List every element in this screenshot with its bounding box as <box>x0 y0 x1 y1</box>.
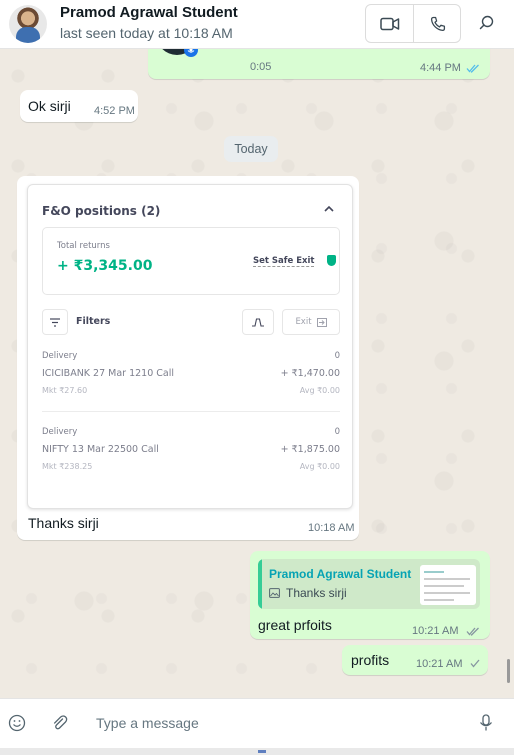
outgoing-message[interactable]: profits 10:21 AM <box>342 645 488 675</box>
position-type: Delivery <box>42 351 78 361</box>
message-text: profits <box>351 652 390 668</box>
double-check-icon <box>466 627 479 636</box>
position-name: NIFTY 13 Mar 22500 Call <box>42 444 159 455</box>
chat-messages[interactable]: 0:05 4:44 PM Ok sirji 4:52 PM Today F&O … <box>0 49 514 698</box>
video-call-icon <box>379 17 399 30</box>
total-returns-value: + ₹3,345.00 <box>57 258 153 274</box>
compose-bar <box>0 698 514 748</box>
phone-icon <box>430 16 445 31</box>
microphone-icon <box>480 714 492 731</box>
position-type: Delivery <box>42 427 78 437</box>
quoted-image-thumbnail <box>420 565 476 605</box>
image-icon <box>269 588 280 598</box>
message-time: 10:21 AM <box>412 625 459 637</box>
total-returns-box: Total returns + ₹3,345.00 Set Safe Exit <box>42 227 340 295</box>
position-qty: 0 <box>334 427 340 437</box>
quoted-sender: Pramod Agrawal Student <box>269 567 412 581</box>
message-text: great prfoits <box>258 617 332 633</box>
call-button-group <box>365 4 461 43</box>
voice-record-button[interactable] <box>474 711 498 735</box>
last-seen-status: last seen today at 10:18 AM <box>60 25 233 41</box>
contact-name[interactable]: Pramod Agrawal Student <box>60 4 238 21</box>
message-time: 4:44 PM <box>420 62 461 74</box>
position-mkt: Mkt ₹27.60 <box>42 386 88 395</box>
video-call-button[interactable] <box>366 5 413 42</box>
image-attachment[interactable]: F&O positions (2) Total returns + ₹3,345… <box>27 184 353 509</box>
exit-button-image: Exit <box>282 309 340 335</box>
emoji-icon <box>8 714 26 732</box>
paperclip-icon <box>53 715 68 730</box>
quote-accent-bar <box>258 559 262 609</box>
message-input[interactable] <box>86 709 466 737</box>
position-pnl: + ₹1,875.00 <box>280 444 340 455</box>
position-name: ICICIBANK 27 Mar 1210 Call <box>42 368 175 379</box>
double-check-read-icon <box>466 64 479 73</box>
voice-duration: 0:05 <box>250 61 272 73</box>
incoming-message[interactable]: Ok sirji 4:52 PM <box>20 90 138 122</box>
position-avg: Avg ₹0.00 <box>299 386 340 395</box>
search-icon <box>479 15 493 29</box>
message-time: 4:52 PM <box>94 105 135 117</box>
position-row: Delivery 0 NIFTY 13 Mar 22500 Call + ₹1,… <box>42 427 340 487</box>
message-time: 10:18 AM <box>308 522 355 534</box>
filter-icon <box>42 309 68 335</box>
position-row: Delivery 0 ICICIBANK 27 Mar 1210 Call + … <box>42 351 340 411</box>
filters-label: Filters <box>76 316 111 327</box>
exit-icon <box>316 317 327 327</box>
position-mkt: Mkt ₹238.25 <box>42 462 93 471</box>
search-button[interactable] <box>470 6 502 38</box>
position-qty: 0 <box>334 351 340 361</box>
single-check-icon <box>470 659 480 668</box>
quoted-text: Thanks sirji <box>286 586 347 600</box>
exit-label: Exit <box>295 317 312 327</box>
emoji-button[interactable] <box>5 711 29 735</box>
shield-icon <box>327 255 336 266</box>
voice-message[interactable]: 0:05 4:44 PM <box>148 49 490 79</box>
divider <box>42 411 340 412</box>
indicator-mark <box>258 750 266 753</box>
attach-button[interactable] <box>48 711 72 735</box>
image-caption: Thanks sirji <box>28 515 99 531</box>
incoming-image-message[interactable]: F&O positions (2) Total returns + ₹3,345… <box>17 176 359 540</box>
chevron-up-icon <box>324 205 334 212</box>
chart-icon <box>242 309 274 335</box>
chat-header: Pramod Agrawal Student last seen today a… <box>0 0 514 49</box>
total-returns-label: Total returns <box>57 241 110 251</box>
voice-call-button[interactable] <box>414 5 461 42</box>
date-separator: Today <box>224 136 278 162</box>
window-bottom-edge <box>0 748 514 755</box>
safe-exit-link: Set Safe Exit <box>253 256 315 267</box>
message-text: Ok sirji <box>28 98 71 114</box>
positions-title: F&O positions (2) <box>42 204 161 218</box>
scrollbar[interactable] <box>507 659 510 683</box>
outgoing-reply-message[interactable]: Pramod Agrawal Student Thanks sirji grea… <box>250 551 490 639</box>
position-pnl: + ₹1,470.00 <box>280 368 340 379</box>
quoted-message[interactable]: Pramod Agrawal Student Thanks sirji <box>258 559 480 609</box>
position-avg: Avg ₹0.00 <box>299 462 340 471</box>
voice-mic-icon <box>184 49 198 57</box>
message-time: 10:21 AM <box>416 658 463 670</box>
avatar[interactable] <box>9 5 47 43</box>
